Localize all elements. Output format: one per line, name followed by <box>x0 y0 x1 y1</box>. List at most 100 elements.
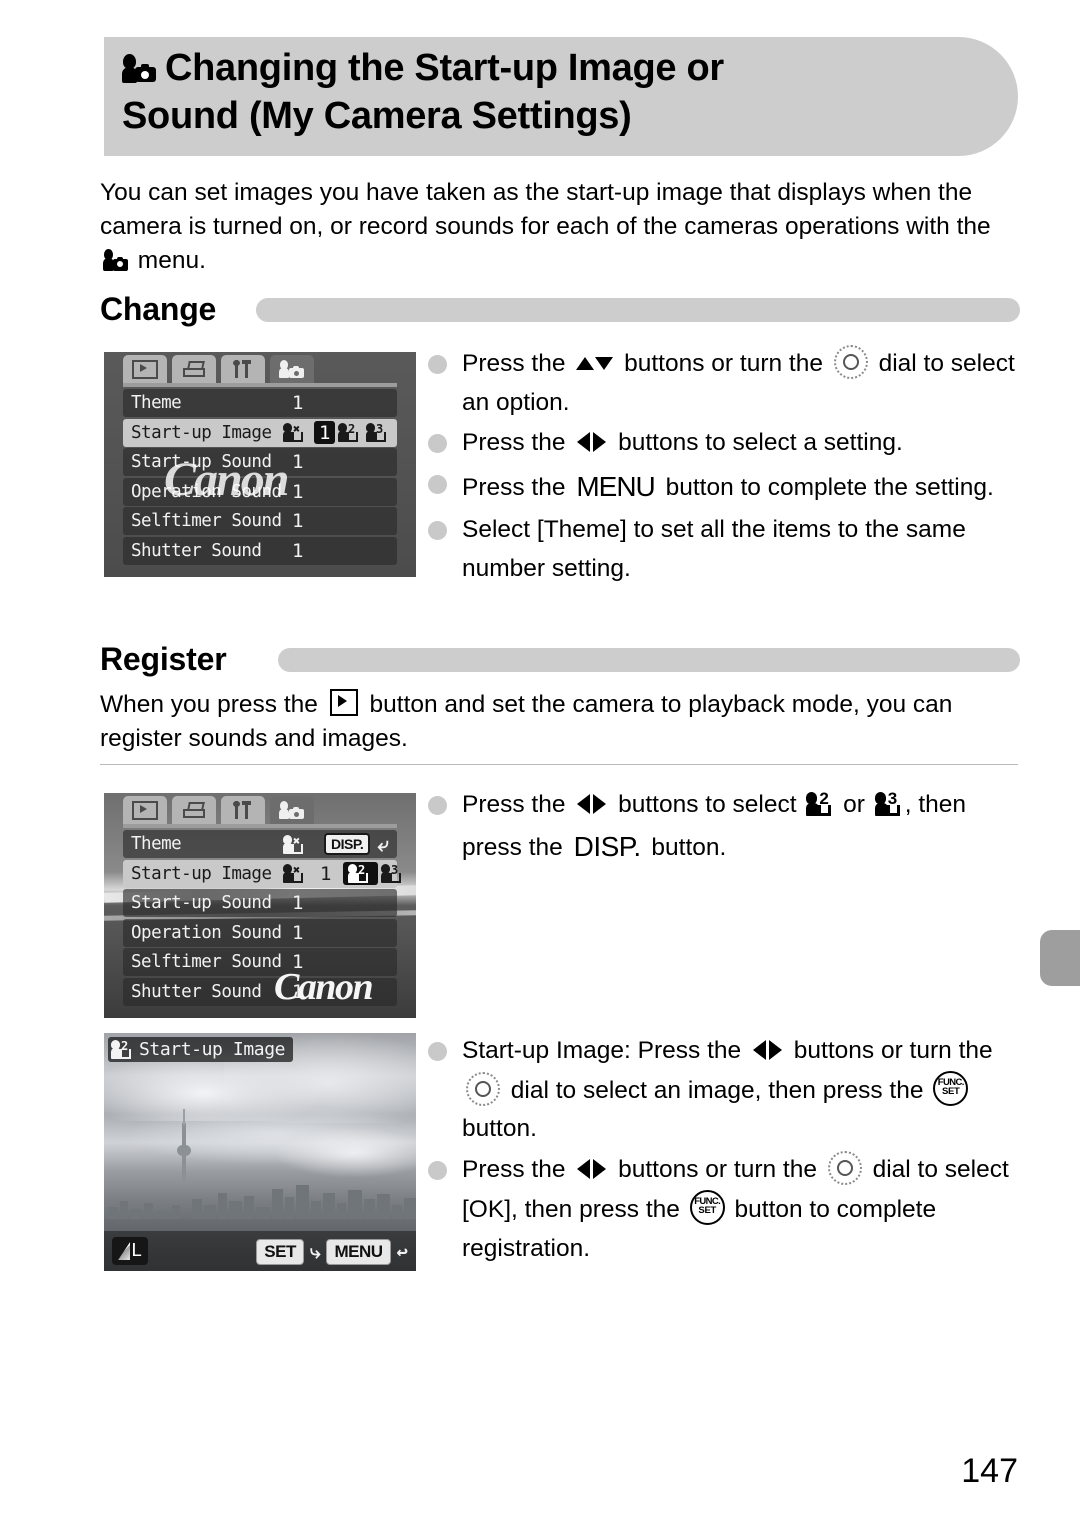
print-tab[interactable] <box>172 796 216 824</box>
menu-row-shutter-sound[interactable]: Shutter Sound 1 <box>123 977 397 1006</box>
menu-row-startup-image[interactable]: Start-up Image ✖ 1 2 3 <box>123 859 401 888</box>
bullet-text: Start-up Image: Press the <box>462 1037 748 1064</box>
intro-text-part2: menu. <box>131 246 206 274</box>
menu-row-theme[interactable]: Theme 1 <box>123 389 397 417</box>
menu-row-value: 1 <box>292 392 303 414</box>
menu-row-value: 1 <box>292 510 303 532</box>
bullet-text: Press the <box>462 474 573 502</box>
menu-row-operation-sound[interactable]: Operation Sound 1 <box>123 918 397 947</box>
control-dial-icon <box>827 1151 862 1186</box>
playback-tab[interactable] <box>123 796 167 824</box>
intro-paragraph: You can set images you have taken as the… <box>100 176 1025 277</box>
menu-button-icon: MENU <box>576 471 655 503</box>
menu-row-theme[interactable]: Theme ✖ DISP. ⤷ <box>123 830 397 858</box>
startup-image-option-selected[interactable]: 1 <box>314 421 335 444</box>
menu-row-startup-sound[interactable]: Start-up Sound 1 <box>123 448 397 476</box>
bullet-dot <box>428 521 447 541</box>
func-set-button-icon: FUNC. SET <box>689 1189 725 1225</box>
menu-row-label: Start-up Sound <box>131 893 272 913</box>
intro-text-part1: You can set images you have taken as the… <box>100 179 991 240</box>
section-heading-register: Register <box>100 641 1020 680</box>
bullet-text: button. <box>462 1115 537 1143</box>
list-item: Press the buttons to select a setting. <box>428 424 1028 463</box>
preview-title-label: Start-up Image <box>139 1039 286 1060</box>
divider <box>100 764 1018 765</box>
page-number: 147 <box>961 1452 1018 1490</box>
disp-button-badge[interactable]: DISP. <box>324 833 371 855</box>
my-camera-3-icon[interactable]: 3 <box>365 423 388 442</box>
settings-tab[interactable] <box>221 796 265 824</box>
bullet-text: buttons or turn the <box>611 1156 824 1184</box>
skyline <box>104 1109 416 1223</box>
menu-row-startup-image[interactable]: Start-up Image ✖ 1 2 3 <box>123 418 397 447</box>
bullet-text: buttons to select a setting. <box>611 429 903 457</box>
preview-title: 2 Start-up Image <box>108 1037 294 1062</box>
page-title-line1: Changing the Start-up Image or <box>165 47 724 89</box>
preview-button-hints: SET ⤷ MENU ↩ <box>256 1239 408 1265</box>
page-title: Changing the Start-up Image or Sound (My… <box>122 45 1002 140</box>
menu-row-selftimer-sound[interactable]: Selftimer Sound 1 <box>123 507 397 535</box>
set-button[interactable]: SET <box>256 1239 304 1265</box>
bullet-dot <box>428 434 447 454</box>
left-right-buttons-icon <box>752 1032 782 1071</box>
bullet-dot <box>428 1042 447 1061</box>
my-camera-tab[interactable] <box>270 355 314 383</box>
rotate-arrow-icon: ⤷ <box>309 1241 321 1263</box>
bullet-dot <box>428 475 447 495</box>
menu-row-shutter-sound[interactable]: Shutter Sound 1 <box>123 536 397 565</box>
startup-image-option-1[interactable]: 1 <box>320 863 331 885</box>
my-camera-off-icon[interactable]: ✖ <box>283 864 305 883</box>
startup-image-option-selected[interactable]: 2 <box>342 862 378 885</box>
print-icon <box>183 360 205 378</box>
list-item: Press the buttons or turn the dial to se… <box>428 1151 1028 1268</box>
lcd-tab-bar <box>123 355 314 383</box>
menu-row-value: 1 <box>292 480 303 503</box>
bullet-text: button. <box>644 833 727 861</box>
wrench-icon <box>232 360 254 378</box>
menu-button[interactable]: MENU <box>326 1239 391 1265</box>
my-camera-2-icon[interactable]: 2 <box>337 423 360 442</box>
camera-menu-screenshot-change: Canon Theme 1 Start-up Image ✖ 1 2 3 Sta… <box>104 352 416 577</box>
bullet-text: or <box>836 791 872 818</box>
playback-tab[interactable] <box>123 355 167 383</box>
lcd-tab-bar <box>123 796 314 824</box>
image-size-label: L <box>131 1240 142 1261</box>
bullet-dot <box>428 355 447 374</box>
menu-row-startup-sound[interactable]: Start-up Sound 1 <box>123 889 397 917</box>
bullet-text: Press the <box>462 791 573 818</box>
lcd-menu-rows: Theme ✖ DISP. ⤷ Start-up Image ✖ 1 2 3 S… <box>123 830 401 1007</box>
settings-tab[interactable] <box>221 355 265 383</box>
bullet-text: buttons to select <box>611 791 804 818</box>
menu-row-label: Shutter Sound <box>131 540 262 561</box>
my-camera-icon <box>103 248 128 271</box>
my-camera-off-icon[interactable]: ✖ <box>283 834 305 854</box>
section-rule-register <box>278 648 1020 672</box>
section-label-register: Register <box>100 641 227 677</box>
bullet-text: Press the <box>462 429 573 457</box>
up-down-buttons-icon <box>576 345 614 384</box>
menu-row-label: Start-up Image <box>131 863 272 884</box>
menu-row-value: 1 <box>292 539 303 562</box>
menu-row-label: Theme <box>131 834 182 854</box>
control-dial-icon <box>466 1071 500 1106</box>
menu-row-operation-sound[interactable]: Operation Sound 1 <box>123 477 397 506</box>
register-text-part1: When you press the <box>100 691 325 718</box>
bullet-text: buttons or turn the <box>786 1037 993 1064</box>
print-tab[interactable] <box>172 355 216 383</box>
return-arrow-icon: ⤷ <box>378 832 389 856</box>
menu-row-value: 1 <box>292 921 303 944</box>
playback-icon <box>132 359 158 379</box>
instructions-register-step2: Start-up Image: Press the buttons or tur… <box>428 1032 1028 1270</box>
my-camera-tab[interactable] <box>270 796 314 824</box>
chapter-thumb-tab <box>1040 930 1080 986</box>
control-dial-icon <box>833 345 868 379</box>
my-camera-off-icon[interactable]: ✖ <box>283 423 305 442</box>
register-paragraph: When you press the button and set the ca… <box>100 688 1025 756</box>
menu-row-label: Shutter Sound <box>131 981 262 1002</box>
my-camera-2-icon: 2 <box>347 864 370 883</box>
menu-row-value: 1 <box>292 951 303 973</box>
menu-row-label: Operation Sound <box>131 481 282 502</box>
menu-row-selftimer-sound[interactable]: Selftimer Sound 1 <box>123 948 397 976</box>
my-camera-3-icon[interactable]: 3 <box>380 864 403 883</box>
menu-row-value: 1 <box>292 892 303 914</box>
